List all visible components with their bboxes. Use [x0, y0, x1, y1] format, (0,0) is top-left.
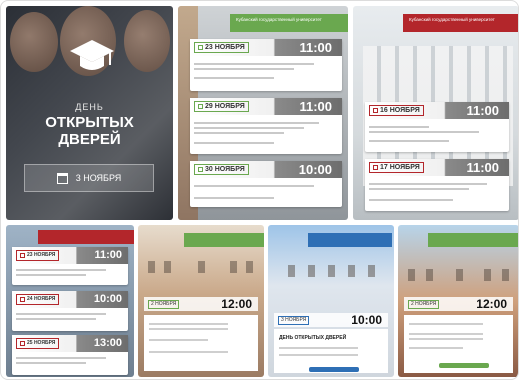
event-time: 11:00 [299, 40, 332, 55]
event-date: 30 НОЯБРЯ [194, 164, 249, 175]
hero-title-line2: ДВЕРЕЙ [58, 131, 121, 148]
hero-date-text: 3 НОЯБРЯ [75, 173, 122, 183]
event-details [404, 315, 513, 373]
event-time: 12:00 [221, 297, 252, 311]
event-card: 17 НОЯБРЯ 11:00 [365, 159, 509, 211]
event-heading: ДЕНЬ ОТКРЫТЫХ ДВЕРЕЙ [279, 335, 347, 341]
university-banner [308, 233, 392, 247]
event-details [144, 315, 258, 371]
event-time: 10:00 [93, 293, 122, 305]
hero-tile[interactable]: ДЕНЬ ОТКРЫТЫХ ДВЕРЕЙ 3 НОЯБРЯ [6, 6, 173, 220]
event-header: 3 НОЯБРЯ 10:00 [274, 313, 388, 327]
register-button[interactable] [309, 367, 359, 372]
hero-title: ОТКРЫТЫХ ДВЕРЕЙ [6, 114, 173, 148]
event-card: 24 НОЯБРЯ 10:00 [12, 291, 128, 331]
event-header: 2 НОЯБРЯ 12:00 [144, 297, 258, 311]
event-time: 13:00 [93, 337, 122, 349]
event-details: ДЕНЬ ОТКРЫТЫХ ДВЕРЕЙ [274, 329, 388, 373]
hero-title-line1: ОТКРЫТЫХ [45, 114, 134, 131]
calendar-icon [56, 172, 68, 184]
event-header: 2 НОЯБРЯ 12:00 [404, 297, 513, 311]
graduation-cap-icon [70, 40, 114, 70]
event-card: 16 НОЯБРЯ 11:00 [365, 102, 509, 152]
schedule-tile-2[interactable]: Кубанский государственный университет 16… [353, 6, 518, 220]
event-date: 23 НОЯБРЯ [16, 250, 60, 261]
event-card: 23 НОЯБРЯ 11:00 [190, 39, 342, 91]
event-time: 11:00 [466, 103, 499, 118]
event-card: 25 НОЯБРЯ 13:00 [12, 335, 128, 375]
hero-title-small: ДЕНЬ [75, 102, 104, 112]
schedule-tile-3[interactable]: 23 НОЯБРЯ 11:00 24 НОЯБРЯ 10:00 25 НОЯБР… [6, 225, 134, 377]
calendar-icon [198, 167, 203, 172]
schedule-tile-6[interactable]: 2 НОЯБРЯ 12:00 [398, 225, 518, 377]
student-photo [124, 10, 170, 72]
university-banner [428, 233, 518, 247]
event-date: 29 НОЯБРЯ [194, 101, 249, 112]
event-date: 3 НОЯБРЯ [278, 316, 310, 325]
event-date: 2 НОЯБРЯ [408, 300, 440, 309]
calendar-icon [198, 45, 203, 50]
schedule-tile-5[interactable]: 3 НОЯБРЯ 10:00 ДЕНЬ ОТКРЫТЫХ ДВЕРЕЙ [268, 225, 394, 377]
university-banner [38, 230, 134, 244]
event-card: 23 НОЯБРЯ 11:00 [12, 247, 128, 285]
event-time: 11:00 [94, 249, 122, 261]
event-time: 11:00 [466, 160, 499, 175]
calendar-icon [198, 104, 203, 109]
event-date: 17 НОЯБРЯ [369, 162, 424, 173]
student-photo [10, 12, 58, 72]
hero-date: 3 НОЯБРЯ [24, 164, 154, 192]
schedule-tile-4[interactable]: 2 НОЯБРЯ 12:00 [138, 225, 264, 377]
register-button[interactable] [439, 363, 489, 368]
calendar-icon [373, 165, 378, 170]
event-time: 10:00 [298, 162, 332, 177]
event-date: 16 НОЯБРЯ [369, 105, 424, 116]
calendar-icon [20, 253, 25, 258]
event-card: 30 НОЯБРЯ 10:00 [190, 161, 342, 207]
schedule-tile-1[interactable]: Кубанский государственный университет 23… [178, 6, 348, 220]
calendar-icon [373, 108, 378, 113]
university-banner: Кубанский государственный университет [230, 14, 348, 32]
event-date: 23 НОЯБРЯ [194, 42, 249, 53]
university-banner [184, 233, 264, 247]
event-time: 12:00 [476, 297, 507, 311]
calendar-icon [20, 341, 25, 346]
event-date: 2 НОЯБРЯ [148, 300, 180, 309]
event-time: 10:00 [351, 313, 382, 327]
event-card: 29 НОЯБРЯ 11:00 [190, 98, 342, 154]
image-grid: ДЕНЬ ОТКРЫТЫХ ДВЕРЕЙ 3 НОЯБРЯ Кубанский … [0, 0, 519, 380]
event-date: 25 НОЯБРЯ [16, 338, 60, 349]
calendar-icon [20, 297, 25, 302]
event-time: 11:00 [299, 99, 332, 114]
event-date: 24 НОЯБРЯ [16, 294, 60, 305]
university-banner: Кубанский государственный университет [403, 14, 518, 32]
